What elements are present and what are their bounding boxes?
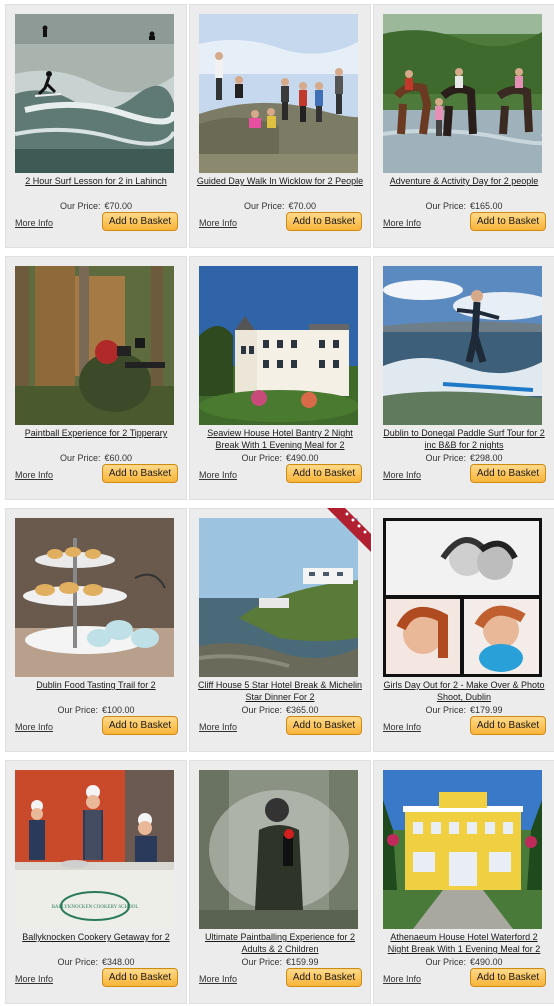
product-card: Cliff House 5 Star Hotel Break & Micheli… [189, 508, 371, 752]
add-to-basket-button[interactable]: Add to Basket [286, 968, 362, 987]
hiking-group-photo[interactable] [199, 14, 358, 173]
product-card: BALLYKNOCKEN COOKERY SCHOOL Ballyknocken… [5, 760, 187, 1004]
cake-stand-photo[interactable] [15, 518, 174, 677]
price-value: €60.00 [104, 453, 133, 463]
price-row: Our Price: €60.00 [6, 452, 186, 464]
add-to-basket-button[interactable]: Add to Basket [470, 716, 546, 735]
price-label: Our Price: [425, 453, 466, 463]
product-title[interactable]: Ballyknocken Cookery Getaway for 2 [12, 931, 180, 957]
product-grid: 2 Hour Surf Lesson for 2 in Lahinch Our … [0, 0, 554, 1006]
price-row: Our Price: €100.00 [6, 704, 186, 716]
athenaeum-hotel-photo[interactable] [383, 770, 542, 929]
photo-shoot-collage[interactable] [383, 518, 542, 677]
horse-riding-photo[interactable] [383, 14, 542, 173]
product-card: Seaview House Hotel Bantry 2 Night Break… [189, 256, 371, 500]
price-label: Our Price: [59, 453, 101, 463]
add-to-basket-button[interactable]: Add to Basket [470, 968, 546, 987]
product-title[interactable]: Athenaeum House Hotel Waterford 2 Night … [380, 931, 548, 957]
product-title[interactable]: Paintball Experience for 2 Tipperary [12, 427, 180, 453]
price-label: Our Price: [57, 957, 98, 967]
add-to-basket-button[interactable]: Add to Basket [286, 716, 362, 735]
more-info-link[interactable]: More Info [199, 470, 237, 480]
add-to-basket-button[interactable]: Add to Basket [102, 212, 178, 231]
more-info-link[interactable]: More Info [199, 218, 237, 228]
price-label: Our Price: [425, 201, 466, 211]
more-info-link[interactable]: More Info [199, 722, 237, 732]
seaview-hotel-photo[interactable] [199, 266, 358, 425]
price-row: Our Price: €490.00 [374, 956, 554, 968]
price-label: Our Price: [241, 453, 282, 463]
product-title[interactable]: Ultimate Paintballing Experience for 2 A… [196, 931, 364, 957]
product-card: Athenaeum House Hotel Waterford 2 Night … [373, 760, 554, 1004]
cookery-school-photo[interactable]: BALLYKNOCKEN COOKERY SCHOOL [15, 770, 174, 929]
add-to-basket-button[interactable]: Add to Basket [102, 464, 178, 483]
price-label: Our Price: [57, 705, 98, 715]
more-info-link[interactable]: More Info [383, 218, 421, 228]
price-value: €365.00 [285, 705, 319, 715]
price-value: €70.00 [104, 201, 133, 211]
add-to-basket-button[interactable]: Add to Basket [470, 464, 546, 483]
surf-lesson-photo[interactable] [15, 14, 174, 173]
price-value: €490.00 [469, 957, 503, 967]
price-label: Our Price: [241, 705, 282, 715]
product-title[interactable]: Guided Day Walk In Wicklow for 2 People [196, 175, 364, 201]
add-to-basket-button[interactable]: Add to Basket [286, 464, 362, 483]
add-to-basket-button[interactable]: Add to Basket [470, 212, 546, 231]
product-title[interactable]: Adventure & Activity Day for 2 people [380, 175, 548, 201]
add-to-basket-button[interactable]: Add to Basket [102, 968, 178, 987]
product-card: Ultimate Paintballing Experience for 2 A… [189, 760, 371, 1004]
paddle-surf-photo[interactable] [383, 266, 542, 425]
cookery-school-sign: BALLYKNOCKEN COOKERY SCHOOL [52, 905, 139, 910]
product-title[interactable]: Seaview House Hotel Bantry 2 Night Break… [196, 427, 364, 453]
product-card: Girls Day Out for 2 - Make Over & Photo … [373, 508, 554, 752]
product-title[interactable]: Cliff House 5 Star Hotel Break & Micheli… [196, 679, 364, 705]
more-info-link[interactable]: More Info [383, 722, 421, 732]
price-label: Our Price: [425, 957, 466, 967]
price-value: €70.00 [288, 201, 317, 211]
price-row: Our Price: €70.00 [6, 200, 186, 212]
price-row: Our Price: €179.99 [374, 704, 554, 716]
product-card: Paintball Experience for 2 Tipperary Our… [5, 256, 187, 500]
more-info-link[interactable]: More Info [15, 722, 53, 732]
price-row: Our Price: €165.00 [374, 200, 554, 212]
product-card: Dublin Food Tasting Trail for 2 Our Pric… [5, 508, 187, 752]
price-row: Our Price: €348.00 [6, 956, 186, 968]
more-info-link[interactable]: More Info [15, 974, 53, 984]
price-row: Our Price: €365.00 [190, 704, 370, 716]
price-value: €159.99 [285, 957, 319, 967]
more-info-link[interactable]: More Info [383, 470, 421, 480]
price-value: €179.99 [469, 705, 503, 715]
ribbon-badge [327, 508, 371, 552]
paintball-photo[interactable] [15, 266, 174, 425]
price-value: €348.00 [101, 957, 135, 967]
price-label: Our Price: [243, 201, 285, 211]
more-info-link[interactable]: More Info [15, 218, 53, 228]
price-row: Our Price: €298.00 [374, 452, 554, 464]
add-to-basket-button[interactable]: Add to Basket [102, 716, 178, 735]
product-title[interactable]: Girls Day Out for 2 - Make Over & Photo … [380, 679, 548, 705]
product-card: Dublin to Donegal Paddle Surf Tour for 2… [373, 256, 554, 500]
product-card: Adventure & Activity Day for 2 people Ou… [373, 4, 554, 248]
product-card: 2 Hour Surf Lesson for 2 in Lahinch Our … [5, 4, 187, 248]
price-label: Our Price: [241, 957, 282, 967]
price-value: €490.00 [285, 453, 319, 463]
price-value: €298.00 [469, 453, 503, 463]
add-to-basket-button[interactable]: Add to Basket [286, 212, 362, 231]
price-value: €100.00 [101, 705, 135, 715]
product-title[interactable]: 2 Hour Surf Lesson for 2 in Lahinch [12, 175, 180, 201]
price-row: Our Price: €159.99 [190, 956, 370, 968]
more-info-link[interactable]: More Info [15, 470, 53, 480]
more-info-link[interactable]: More Info [383, 974, 421, 984]
price-label: Our Price: [425, 705, 466, 715]
paintball-smoke-photo[interactable] [199, 770, 358, 929]
product-title[interactable]: Dublin Food Tasting Trail for 2 [12, 679, 180, 705]
product-card: Guided Day Walk In Wicklow for 2 People … [189, 4, 371, 248]
price-row: Our Price: €490.00 [190, 452, 370, 464]
price-label: Our Price: [59, 201, 101, 211]
price-row: Our Price: €70.00 [190, 200, 370, 212]
more-info-link[interactable]: More Info [199, 974, 237, 984]
product-title[interactable]: Dublin to Donegal Paddle Surf Tour for 2… [380, 427, 548, 453]
price-value: €165.00 [469, 201, 503, 211]
